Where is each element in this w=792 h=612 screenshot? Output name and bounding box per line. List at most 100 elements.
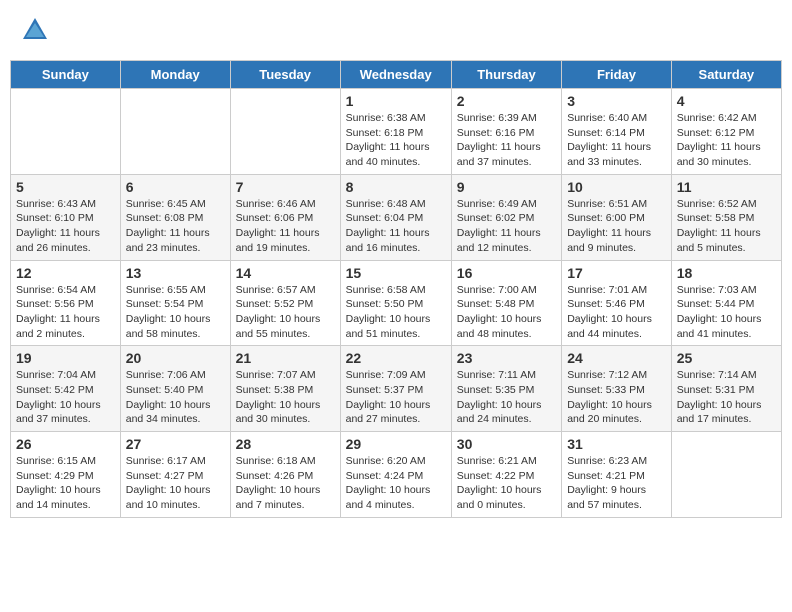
calendar-cell: 22 Sunrise: 7:09 AM Sunset: 5:37 PM Dayli… bbox=[340, 346, 451, 432]
calendar-cell: 21 Sunrise: 7:07 AM Sunset: 5:38 PM Dayli… bbox=[230, 346, 340, 432]
calendar-cell: 13 Sunrise: 6:55 AM Sunset: 5:54 PM Dayli… bbox=[120, 260, 230, 346]
day-number: 30 bbox=[457, 436, 556, 452]
calendar-cell: 7Sunrise: 6:46 AM Sunset: 6:06 PM Daylig… bbox=[230, 174, 340, 260]
day-info: Sunrise: 7:11 AM Sunset: 5:35 PM Dayligh… bbox=[457, 368, 556, 427]
day-info: Sunrise: 7:12 AM Sunset: 5:33 PM Dayligh… bbox=[567, 368, 666, 427]
day-info: Sunrise: 6:40 AM Sunset: 6:14 PM Dayligh… bbox=[567, 111, 666, 170]
day-number: 3 bbox=[567, 93, 666, 109]
page-header bbox=[10, 10, 782, 50]
day-number: 12 bbox=[16, 265, 115, 281]
day-number: 20 bbox=[126, 350, 225, 366]
calendar-cell: 20 Sunrise: 7:06 AM Sunset: 5:40 PM Dayli… bbox=[120, 346, 230, 432]
calendar-cell: 6 Sunrise: 6:45 AM Sunset: 6:08 PM Daylig… bbox=[120, 174, 230, 260]
day-info: Sunrise: 6:23 AM Sunset: 4:21 PM Dayligh… bbox=[567, 454, 666, 513]
calendar-week-row: 1 Sunrise: 6:38 AM Sunset: 6:18 PM Daylig… bbox=[11, 89, 782, 175]
day-number: 27 bbox=[126, 436, 225, 452]
day-number: 11 bbox=[677, 179, 776, 195]
day-number: 24 bbox=[567, 350, 666, 366]
calendar-cell: 26 Sunrise: 6:15 AM Sunset: 4:29 PM Dayli… bbox=[11, 432, 121, 518]
calendar-cell: 25 Sunrise: 7:14 AM Sunset: 5:31 PM Dayli… bbox=[671, 346, 781, 432]
calendar-cell: 11Sunrise: 6:52 AM Sunset: 5:58 PM Dayli… bbox=[671, 174, 781, 260]
day-number: 25 bbox=[677, 350, 776, 366]
day-number: 4 bbox=[677, 93, 776, 109]
calendar-week-row: 19Sunrise: 7:04 AM Sunset: 5:42 PM Dayli… bbox=[11, 346, 782, 432]
day-info: Sunrise: 6:43 AM Sunset: 6:10 PM Dayligh… bbox=[16, 197, 115, 256]
day-info: Sunrise: 6:51 AM Sunset: 6:00 PM Dayligh… bbox=[567, 197, 666, 256]
day-info: Sunrise: 6:55 AM Sunset: 5:54 PM Dayligh… bbox=[126, 283, 225, 342]
calendar-cell: 8Sunrise: 6:48 AM Sunset: 6:04 PM Daylig… bbox=[340, 174, 451, 260]
day-number: 31 bbox=[567, 436, 666, 452]
day-info: Sunrise: 7:00 AM Sunset: 5:48 PM Dayligh… bbox=[457, 283, 556, 342]
calendar-cell: 14Sunrise: 6:57 AM Sunset: 5:52 PM Dayli… bbox=[230, 260, 340, 346]
logo-icon bbox=[20, 15, 50, 45]
day-number: 26 bbox=[16, 436, 115, 452]
day-info: Sunrise: 7:09 AM Sunset: 5:37 PM Dayligh… bbox=[346, 368, 446, 427]
day-info: Sunrise: 6:17 AM Sunset: 4:27 PM Dayligh… bbox=[126, 454, 225, 513]
day-info: Sunrise: 6:49 AM Sunset: 6:02 PM Dayligh… bbox=[457, 197, 556, 256]
calendar-cell: 2Sunrise: 6:39 AM Sunset: 6:16 PM Daylig… bbox=[451, 89, 561, 175]
day-info: Sunrise: 6:42 AM Sunset: 6:12 PM Dayligh… bbox=[677, 111, 776, 170]
day-info: Sunrise: 6:57 AM Sunset: 5:52 PM Dayligh… bbox=[236, 283, 335, 342]
day-number: 23 bbox=[457, 350, 556, 366]
calendar-cell: 24 Sunrise: 7:12 AM Sunset: 5:33 PM Dayli… bbox=[562, 346, 672, 432]
calendar-cell: 9 Sunrise: 6:49 AM Sunset: 6:02 PM Daylig… bbox=[451, 174, 561, 260]
logo bbox=[20, 15, 52, 45]
day-number: 22 bbox=[346, 350, 446, 366]
calendar-cell: 18Sunrise: 7:03 AM Sunset: 5:44 PM Dayli… bbox=[671, 260, 781, 346]
calendar-cell: 19Sunrise: 7:04 AM Sunset: 5:42 PM Dayli… bbox=[11, 346, 121, 432]
calendar-cell bbox=[671, 432, 781, 518]
calendar-cell bbox=[11, 89, 121, 175]
calendar-header-row: SundayMondayTuesdayWednesdayThursdayFrid… bbox=[11, 61, 782, 89]
calendar-cell: 3 Sunrise: 6:40 AM Sunset: 6:14 PM Daylig… bbox=[562, 89, 672, 175]
day-info: Sunrise: 7:07 AM Sunset: 5:38 PM Dayligh… bbox=[236, 368, 335, 427]
calendar-cell: 27 Sunrise: 6:17 AM Sunset: 4:27 PM Dayli… bbox=[120, 432, 230, 518]
calendar-cell: 23 Sunrise: 7:11 AM Sunset: 5:35 PM Dayli… bbox=[451, 346, 561, 432]
calendar-cell: 31 Sunrise: 6:23 AM Sunset: 4:21 PM Dayli… bbox=[562, 432, 672, 518]
day-number: 21 bbox=[236, 350, 335, 366]
day-number: 1 bbox=[346, 93, 446, 109]
day-info: Sunrise: 6:38 AM Sunset: 6:18 PM Dayligh… bbox=[346, 111, 446, 170]
day-number: 16 bbox=[457, 265, 556, 281]
calendar-cell: 30 Sunrise: 6:21 AM Sunset: 4:22 PM Dayli… bbox=[451, 432, 561, 518]
day-info: Sunrise: 6:48 AM Sunset: 6:04 PM Dayligh… bbox=[346, 197, 446, 256]
day-info: Sunrise: 6:15 AM Sunset: 4:29 PM Dayligh… bbox=[16, 454, 115, 513]
day-number: 29 bbox=[346, 436, 446, 452]
day-info: Sunrise: 7:01 AM Sunset: 5:46 PM Dayligh… bbox=[567, 283, 666, 342]
day-number: 5 bbox=[16, 179, 115, 195]
day-info: Sunrise: 6:58 AM Sunset: 5:50 PM Dayligh… bbox=[346, 283, 446, 342]
calendar-cell bbox=[230, 89, 340, 175]
day-info: Sunrise: 7:06 AM Sunset: 5:40 PM Dayligh… bbox=[126, 368, 225, 427]
day-number: 15 bbox=[346, 265, 446, 281]
calendar-cell: 29 Sunrise: 6:20 AM Sunset: 4:24 PM Dayli… bbox=[340, 432, 451, 518]
calendar-week-row: 26 Sunrise: 6:15 AM Sunset: 4:29 PM Dayli… bbox=[11, 432, 782, 518]
calendar-cell: 4 Sunrise: 6:42 AM Sunset: 6:12 PM Daylig… bbox=[671, 89, 781, 175]
calendar-cell bbox=[120, 89, 230, 175]
day-number: 6 bbox=[126, 179, 225, 195]
calendar-cell: 28 Sunrise: 6:18 AM Sunset: 4:26 PM Dayli… bbox=[230, 432, 340, 518]
calendar-cell: 12Sunrise: 6:54 AM Sunset: 5:56 PM Dayli… bbox=[11, 260, 121, 346]
calendar-week-row: 5 Sunrise: 6:43 AM Sunset: 6:10 PM Daylig… bbox=[11, 174, 782, 260]
day-number: 9 bbox=[457, 179, 556, 195]
day-number: 19 bbox=[16, 350, 115, 366]
day-info: Sunrise: 7:14 AM Sunset: 5:31 PM Dayligh… bbox=[677, 368, 776, 427]
day-of-week-header: Saturday bbox=[671, 61, 781, 89]
day-info: Sunrise: 6:21 AM Sunset: 4:22 PM Dayligh… bbox=[457, 454, 556, 513]
day-number: 28 bbox=[236, 436, 335, 452]
day-info: Sunrise: 7:03 AM Sunset: 5:44 PM Dayligh… bbox=[677, 283, 776, 342]
day-info: Sunrise: 6:45 AM Sunset: 6:08 PM Dayligh… bbox=[126, 197, 225, 256]
calendar-cell: 1 Sunrise: 6:38 AM Sunset: 6:18 PM Daylig… bbox=[340, 89, 451, 175]
day-number: 17 bbox=[567, 265, 666, 281]
day-number: 13 bbox=[126, 265, 225, 281]
day-of-week-header: Tuesday bbox=[230, 61, 340, 89]
day-of-week-header: Thursday bbox=[451, 61, 561, 89]
calendar-cell: 16 Sunrise: 7:00 AM Sunset: 5:48 PM Dayli… bbox=[451, 260, 561, 346]
day-of-week-header: Friday bbox=[562, 61, 672, 89]
calendar-cell: 5 Sunrise: 6:43 AM Sunset: 6:10 PM Daylig… bbox=[11, 174, 121, 260]
day-number: 2 bbox=[457, 93, 556, 109]
day-info: Sunrise: 6:20 AM Sunset: 4:24 PM Dayligh… bbox=[346, 454, 446, 513]
day-info: Sunrise: 6:18 AM Sunset: 4:26 PM Dayligh… bbox=[236, 454, 335, 513]
day-number: 7 bbox=[236, 179, 335, 195]
day-number: 10 bbox=[567, 179, 666, 195]
calendar-week-row: 12Sunrise: 6:54 AM Sunset: 5:56 PM Dayli… bbox=[11, 260, 782, 346]
day-of-week-header: Monday bbox=[120, 61, 230, 89]
